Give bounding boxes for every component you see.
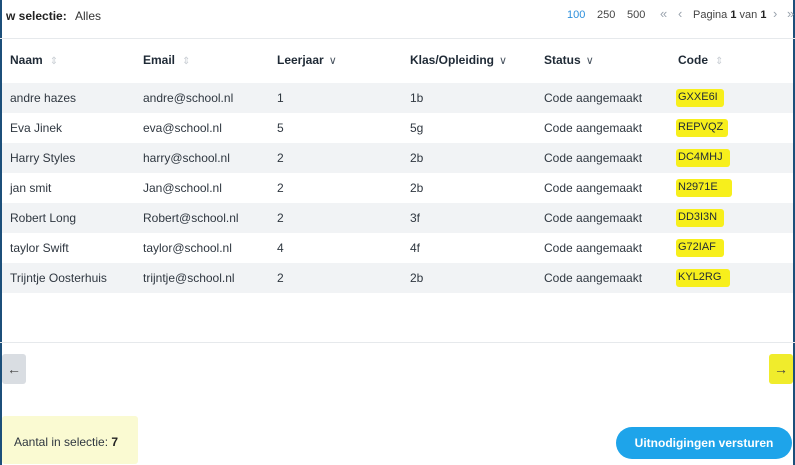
cell-naam: Robert Long [10, 211, 77, 225]
cell-leerjaar: 2 [277, 151, 284, 165]
cell-naam: andre hazes [10, 91, 77, 105]
cell-leerjaar: 5 [277, 121, 284, 135]
selection-value[interactable]: Alles [75, 9, 101, 23]
sort-icon: ⇕ [715, 56, 724, 67]
cell-naam: Trijntje Oosterhuis [10, 271, 107, 285]
cell-klas: 4f [410, 241, 421, 255]
cell-email: trijntje@school.nl [143, 271, 235, 285]
column-header-email[interactable]: Email ⇕ [143, 53, 190, 67]
toolbar: w selectie: Alles 100 250 500 « ‹ Pagina… [0, 0, 795, 32]
column-header-leerjaar[interactable]: Leerjaar ∨ [277, 53, 337, 67]
cell-status: Code aangemaakt [544, 121, 643, 135]
cell-status: Code aangemaakt [544, 91, 643, 105]
double-chevron-left-icon[interactable]: « [660, 6, 667, 21]
table-row[interactable]: taylor Swift taylor@school.nl 4 4f Code … [2, 233, 793, 263]
cell-klas: 2b [410, 151, 424, 165]
cell-leerjaar: 2 [277, 211, 284, 225]
cell-leerjaar: 2 [277, 181, 284, 195]
column-header-status[interactable]: Status ∨ [544, 53, 594, 67]
divider [0, 38, 795, 39]
send-invitations-button[interactable]: Uitnodigingen versturen [616, 427, 792, 459]
cell-status: Code aangemaakt [544, 151, 643, 165]
cell-klas: 2b [410, 271, 424, 285]
chevron-down-icon: ∨ [328, 55, 337, 67]
page-size-100[interactable]: 100 [567, 9, 585, 21]
page-size-250[interactable]: 250 [597, 9, 615, 21]
chevron-left-icon[interactable]: ‹ [678, 6, 682, 21]
cell-status: Code aangemaakt [544, 271, 643, 285]
cell-klas: 5g [410, 121, 424, 135]
previous-button[interactable]: ← [2, 354, 26, 384]
cell-leerjaar: 4 [277, 241, 284, 255]
selection-label: w selectie: [6, 9, 67, 23]
cell-klas: 1b [410, 91, 424, 105]
page-size-500[interactable]: 500 [627, 9, 645, 21]
column-header-naam[interactable]: Naam ⇕ [10, 53, 58, 67]
cell-status: Code aangemaakt [544, 241, 643, 255]
cell-leerjaar: 1 [277, 91, 284, 105]
next-button[interactable]: → [769, 354, 793, 384]
selection-count: Aantal in selectie: 7 [14, 435, 119, 449]
cell-email: taylor@school.nl [143, 241, 232, 255]
chevron-down-icon: ∨ [585, 55, 594, 67]
cell-naam: jan smit [10, 181, 52, 195]
table-row[interactable]: andre hazes andre@school.nl 1 1b Code aa… [2, 83, 793, 113]
table-row[interactable]: Trijntje Oosterhuis trijntje@school.nl 2… [2, 263, 793, 293]
chevron-down-icon: ∨ [499, 55, 508, 67]
double-chevron-right-icon[interactable]: » [787, 6, 794, 21]
table-row[interactable]: jan smit Jan@school.nl 2 2b Code aangema… [2, 173, 793, 203]
table-row[interactable]: Harry Styles harry@school.nl 2 2b Code a… [2, 143, 793, 173]
cell-klas: 3f [410, 211, 421, 225]
cell-status: Code aangemaakt [544, 211, 643, 225]
cell-leerjaar: 2 [277, 271, 284, 285]
cell-klas: 2b [410, 181, 424, 195]
cell-status: Code aangemaakt [544, 181, 643, 195]
cell-naam: Harry Styles [10, 151, 76, 165]
chevron-right-icon[interactable]: › [773, 6, 777, 21]
divider [0, 342, 795, 343]
sort-icon: ⇕ [182, 56, 191, 67]
cell-email: harry@school.nl [143, 151, 230, 165]
column-header-klas[interactable]: Klas/Opleiding ∨ [410, 53, 507, 67]
sort-icon: ⇕ [49, 56, 59, 67]
selection-count-box: Aantal in selectie: 7 [2, 416, 138, 464]
cell-naam: Eva Jinek [10, 121, 63, 135]
page-indicator: Pagina 1 van 1 [693, 9, 767, 21]
cell-email: andre@school.nl [143, 91, 234, 105]
cell-email: Robert@school.nl [143, 211, 239, 225]
cell-email: eva@school.nl [143, 121, 222, 135]
column-header-code[interactable]: Code ⇕ [678, 53, 723, 67]
cell-email: Jan@school.nl [143, 181, 222, 195]
table-row[interactable]: Robert Long Robert@school.nl 2 3f Code a… [2, 203, 793, 233]
cell-naam: taylor Swift [10, 241, 69, 255]
table-row[interactable]: Eva Jinek eva@school.nl 5 5g Code aangem… [2, 113, 793, 143]
